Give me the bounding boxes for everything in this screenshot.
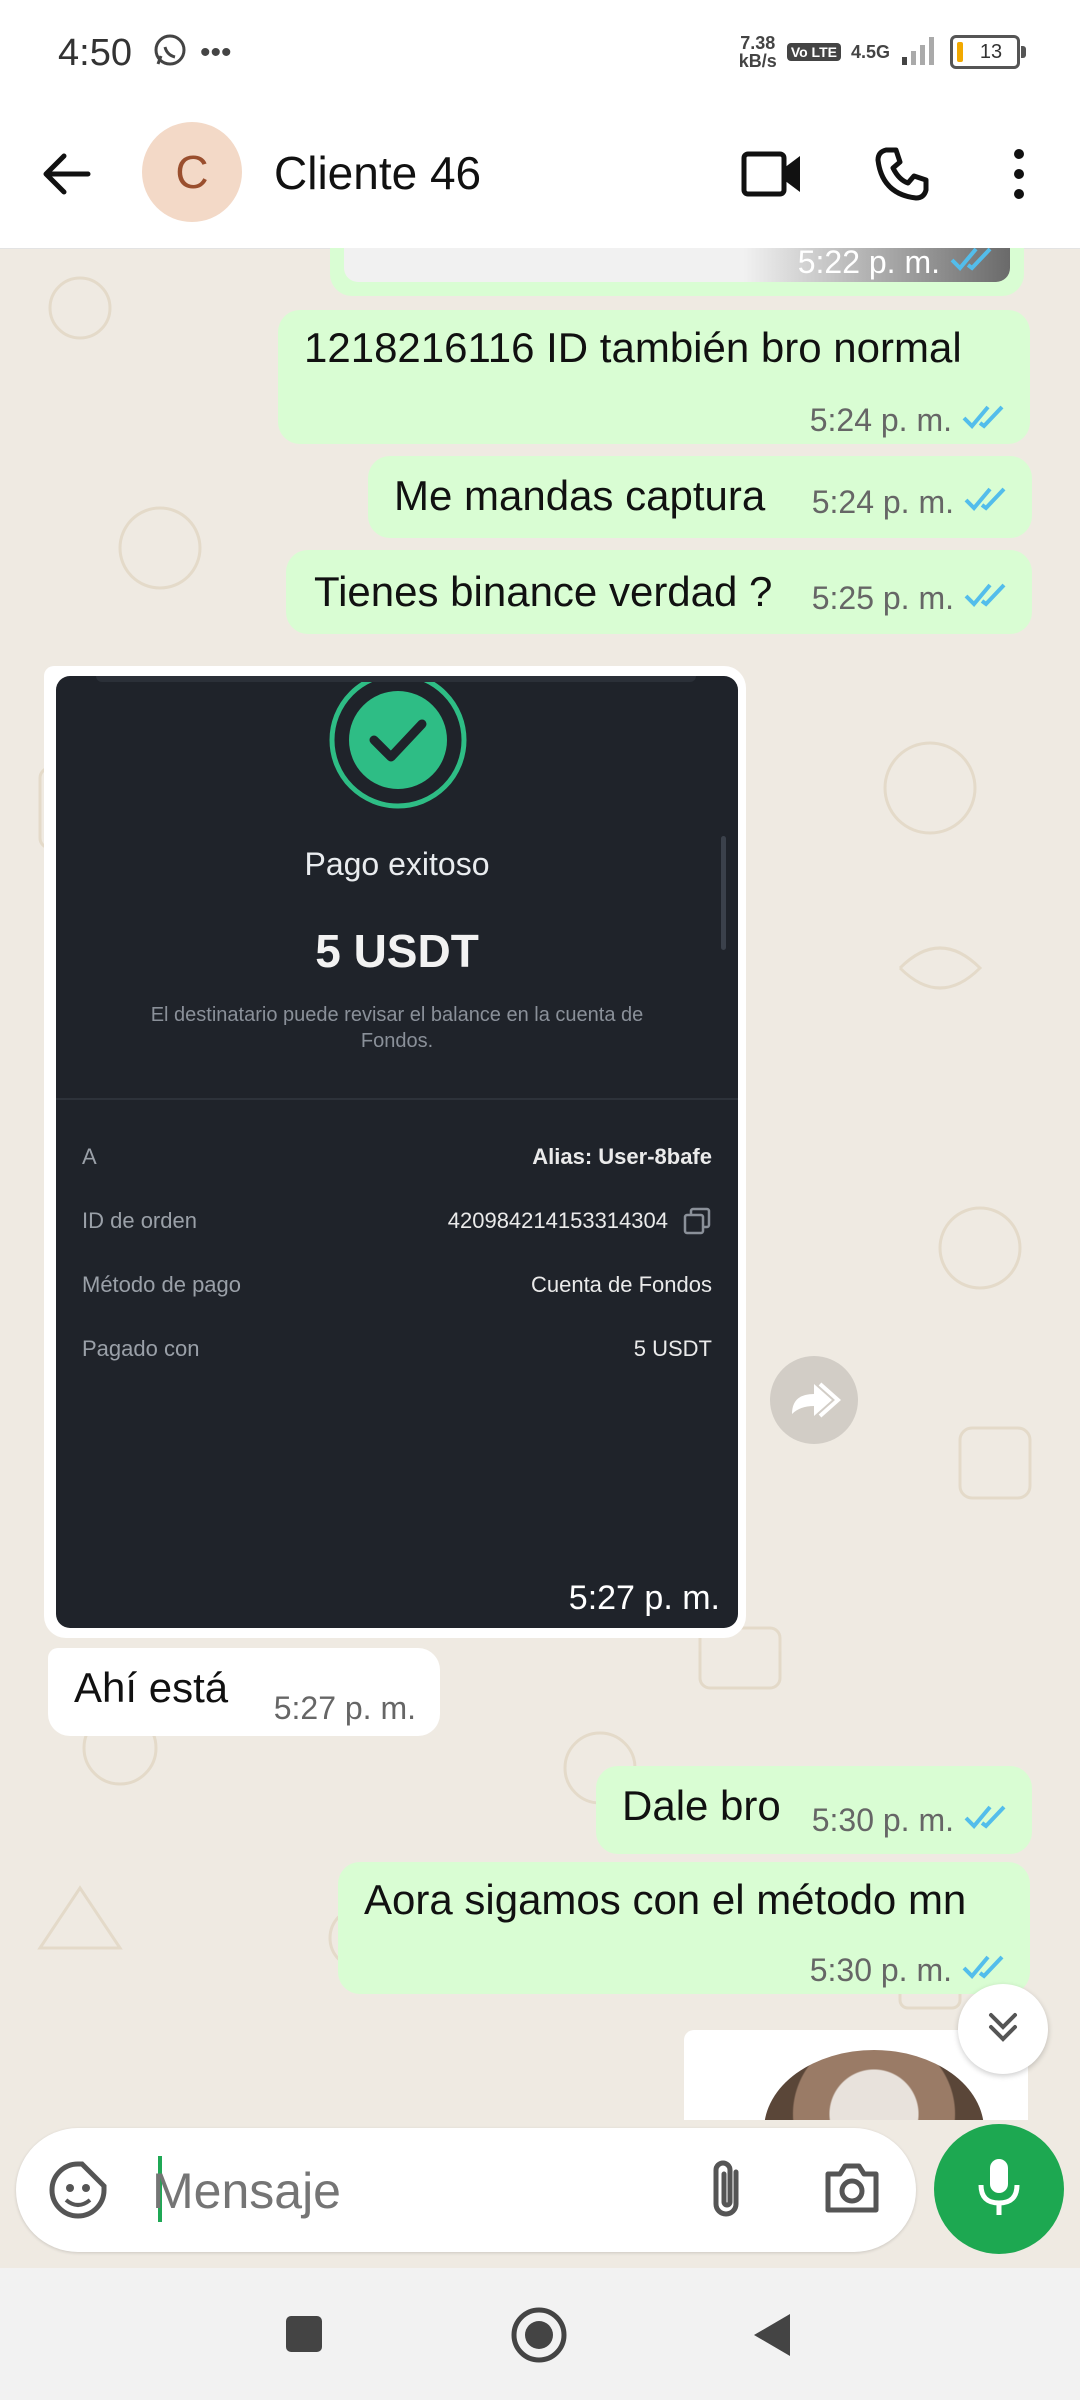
message-text: Aora sigamos con el método mn (364, 1876, 967, 1923)
message-time: 5:30 p. m. (809, 1952, 952, 1988)
read-ticks-icon (950, 248, 996, 281)
read-ticks-icon (964, 1802, 1010, 1839)
scroll-to-bottom-button[interactable] (958, 1984, 1048, 2074)
double-chevron-down-icon (983, 2007, 1023, 2052)
message-time: 5:27 p. m. (568, 1579, 720, 1617)
battery-level: 13 (979, 40, 1003, 63)
receipt-row-value: Cuenta de Fondos (530, 1272, 712, 1297)
more-vert-icon[interactable] (1004, 146, 1034, 207)
net-speed-unit: kB/s (738, 51, 777, 71)
message-meta: 5:30 p. m. (812, 1802, 1010, 1839)
nav-back-icon[interactable] (752, 2312, 792, 2363)
receipt-row-label: Método de pago (82, 1272, 242, 1297)
sticker-shape (764, 2050, 984, 2120)
receipt-row-label: ID de orden (82, 1208, 197, 1233)
receipt-row: Método de pago Cuenta de Fondos (82, 1272, 712, 1308)
net-speed: 7.38 kB/s (739, 34, 777, 70)
message-bubble-outgoing[interactable]: Tienes binance verdad ? 5:25 p. m. (286, 550, 1032, 634)
message-meta: 5:24 p. m. (810, 402, 1008, 439)
phone-icon[interactable] (872, 144, 932, 209)
message-meta: 5:24 p. m. (812, 484, 1010, 521)
message-meta: 5:25 p. m. (812, 580, 1010, 617)
receipt-row: A Alias: User-8bafe (82, 1144, 712, 1180)
mic-button[interactable] (934, 2124, 1064, 2254)
message-input[interactable] (150, 2152, 694, 2230)
attach-icon[interactable] (700, 2158, 756, 2227)
copy-icon[interactable] (682, 1206, 712, 1241)
receipt-divider (56, 1098, 738, 1100)
receipt-row-value: 420984214153314304 (447, 1208, 668, 1233)
status-right: 7.38 kB/s Vo LTE 4.5G 13 (739, 34, 1026, 70)
message-time: 5:27 p. m. (273, 1690, 416, 1726)
mic-icon (975, 2155, 1023, 2224)
receipt-row: ID de orden 420984214153314304 (82, 1206, 712, 1244)
status-time: 4:50 (58, 32, 132, 74)
network-type: 4.5G (850, 42, 890, 62)
receipt-title: Pago exitoso (304, 846, 490, 882)
message-bubble-outgoing[interactable]: 1218216116 ID también bro normal 5:24 p.… (278, 310, 1030, 444)
back-arrow-icon[interactable] (38, 146, 94, 207)
receipt-note: El destinatario puede revisar el balance… (150, 1004, 644, 1052)
receipt-row-label: Pagado con (82, 1336, 200, 1361)
sticker-icon[interactable] (46, 2158, 110, 2227)
receipt-row-value: 5 USDT (633, 1336, 712, 1361)
message-meta: 5:27 p. m. (274, 1690, 416, 1727)
receipt-row: Pagado con 5 USDT (82, 1336, 712, 1372)
receipt-amount: 5 USDT (315, 925, 479, 977)
message-bubble-outgoing[interactable]: Aora sigamos con el método mn 5:30 p. m. (338, 1862, 1030, 1994)
avatar[interactable]: C (142, 122, 242, 222)
read-ticks-icon (962, 402, 1008, 439)
nav-recents-icon[interactable] (284, 2314, 324, 2359)
receipt-row-value: Alias: User-8bafe (532, 1144, 712, 1169)
avatar-letter: C (175, 146, 209, 198)
message-bubble-outgoing[interactable]: 5:22 p. m. (330, 248, 1024, 296)
message-time: 5:22 p. m. (797, 248, 940, 280)
camera-icon[interactable] (822, 2160, 882, 2221)
forward-icon (786, 1376, 842, 1425)
message-bubble-incoming[interactable]: Ahí está 5:27 p. m. (48, 1648, 440, 1736)
whatsapp-status-icon (150, 30, 190, 75)
payment-receipt-image[interactable]: Pago exitoso 5 USDT El destinatario pued… (56, 676, 738, 1628)
message-bubble-outgoing[interactable]: Dale bro 5:30 p. m. (596, 1766, 1032, 1854)
battery-icon: 13 (950, 35, 1026, 69)
volte-badge: Vo LTE (786, 43, 841, 61)
message-text: 1218216116 ID también bro normal (304, 324, 962, 371)
more-notifications-icon: ••• (200, 36, 232, 69)
message-time: 5:30 p. m. (811, 1802, 954, 1838)
message-meta: 5:30 p. m. (810, 1952, 1008, 1989)
net-speed-value: 7.38 (740, 33, 776, 53)
message-time: 5:24 p. m. (811, 484, 954, 520)
contact-name[interactable]: Cliente 46 (274, 146, 481, 200)
message-bubble-outgoing[interactable]: Me mandas captura 5:24 p. m. (368, 456, 1032, 538)
status-bar: 4:50 ••• 7.38 kB/s Vo LTE 4.5G 13 (0, 0, 1080, 110)
message-composer (16, 2128, 916, 2252)
message-text: Dale bro (622, 1782, 781, 1829)
read-ticks-icon (964, 484, 1010, 521)
message-text: Ahí está (74, 1664, 229, 1711)
video-call-icon[interactable] (740, 146, 804, 207)
forward-button[interactable] (770, 1356, 858, 1444)
receipt-row-label: A (82, 1144, 97, 1169)
message-text: Tienes binance verdad ? (314, 568, 773, 615)
read-ticks-icon (964, 580, 1010, 617)
message-time: 5:24 p. m. (809, 402, 952, 438)
chat-area[interactable]: 5:22 p. m. 1218216116 ID también bro nor… (0, 248, 1080, 2120)
message-text: Me mandas captura (394, 472, 766, 519)
chat-header: C Cliente 46 (0, 110, 1080, 249)
check-circle-icon (326, 676, 470, 817)
message-time: 5:25 p. m. (811, 580, 954, 616)
message-meta: 5:22 p. m. (798, 248, 996, 281)
nav-home-icon[interactable] (510, 2306, 568, 2369)
signal-icon (900, 35, 940, 70)
system-nav-bar (0, 2268, 1080, 2400)
